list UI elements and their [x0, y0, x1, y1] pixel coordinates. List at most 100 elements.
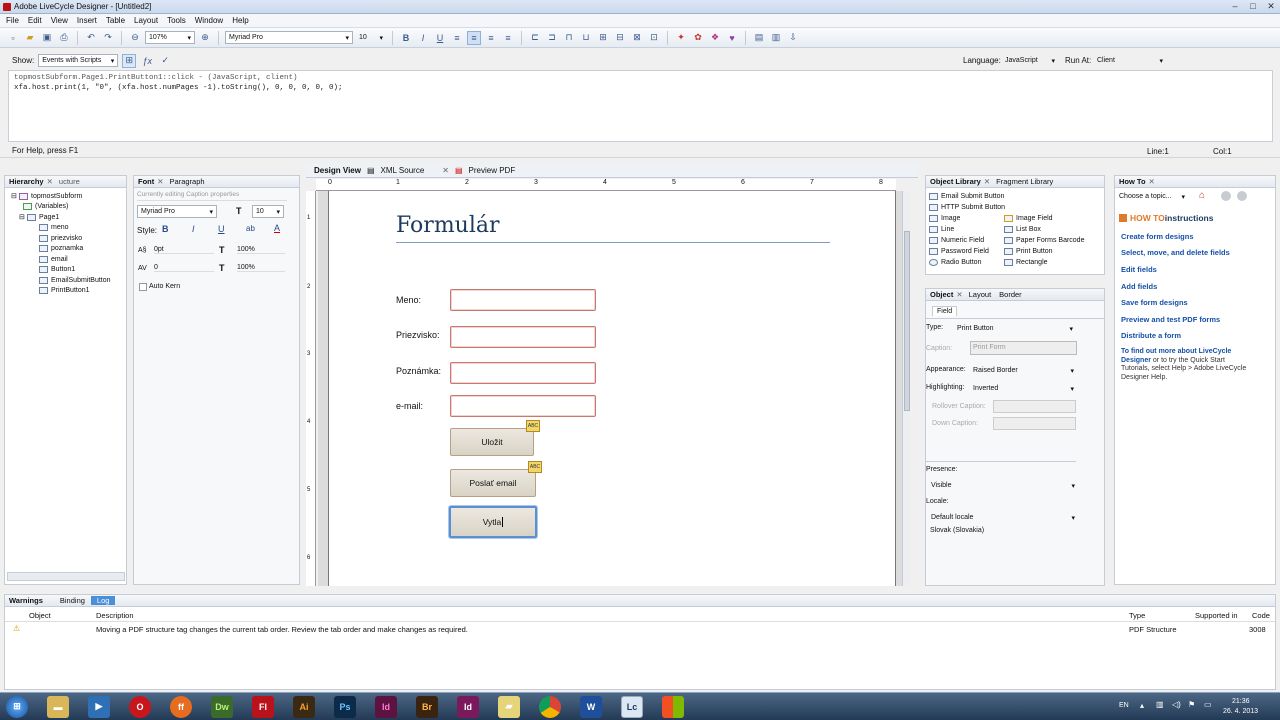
highlighting-select[interactable]: Inverted ▾	[970, 382, 1077, 395]
align-objects-right-icon[interactable]: ⊐	[545, 31, 559, 45]
library-item[interactable]: Image Field	[1004, 213, 1084, 224]
font-size-select[interactable]: 10 ▾	[356, 31, 386, 44]
close-icon[interactable]: ✕	[47, 177, 53, 186]
script-icon[interactable]: ✦	[674, 31, 688, 45]
library-item[interactable]: Email Submit Button	[929, 191, 1005, 202]
auto-kern-checkbox[interactable]	[139, 283, 147, 291]
functions-icon[interactable]: ƒx	[140, 54, 154, 68]
underline-icon[interactable]: U	[218, 224, 225, 234]
italic-icon[interactable]: I	[192, 224, 195, 234]
col-supported-in[interactable]: Supported in	[1195, 611, 1238, 620]
tree-item[interactable]: priezvisko	[11, 233, 126, 244]
underline-icon[interactable]: U	[433, 31, 447, 45]
tree-item[interactable]: PrintButton1	[11, 286, 126, 297]
tree-item[interactable]: (Variables)	[11, 202, 126, 213]
grid-icon[interactable]: ⊠	[630, 31, 644, 45]
tab-border[interactable]: Border	[999, 290, 1022, 299]
font-size-select[interactable]: 10 ▾	[252, 205, 284, 218]
library-item[interactable]: Numeric Field	[929, 235, 1005, 246]
col-description[interactable]: Description	[96, 611, 134, 620]
check-syntax-icon[interactable]: ✓	[158, 54, 172, 68]
print-button[interactable]: Vytla	[449, 506, 537, 538]
menu-window[interactable]: Window	[195, 16, 223, 25]
zoom-select[interactable]: 107% ▾	[145, 31, 195, 44]
library-item[interactable]: Radio Button	[929, 257, 1005, 268]
tab-binding[interactable]: Binding	[60, 596, 85, 605]
menu-layout[interactable]: Layout	[134, 16, 158, 25]
runat-select[interactable]: Client ▾	[1094, 54, 1166, 67]
tree-item[interactable]: email	[11, 254, 126, 265]
dreamweaver-icon[interactable]: Dw	[211, 695, 233, 718]
forward-icon[interactable]	[1237, 191, 1247, 201]
down-caption-input[interactable]	[993, 417, 1076, 430]
script-editor[interactable]: topmostSubform.Page1.PrintButton1::click…	[8, 70, 1273, 142]
howto-link[interactable]: Edit fields	[1121, 261, 1230, 278]
library-item[interactable]: Rectangle	[1004, 257, 1084, 268]
show-events-select[interactable]: Events with Scripts ▾	[38, 54, 119, 67]
tab-warnings[interactable]: Warnings	[9, 596, 43, 605]
tab-object[interactable]: Object	[930, 290, 953, 299]
scrollbar-thumb[interactable]	[904, 231, 910, 411]
bold-icon[interactable]: B	[399, 31, 413, 45]
align-left-icon[interactable]: ≡	[450, 31, 464, 45]
save-icon[interactable]: ▣	[40, 31, 54, 45]
close-icon[interactable]: ✕	[984, 177, 990, 186]
howto-link[interactable]: Add fields	[1121, 278, 1230, 295]
language-indicator[interactable]: EN	[1119, 702, 1129, 709]
firefox-icon[interactable]: ff	[170, 695, 192, 718]
close-icon[interactable]: ✕	[1149, 177, 1155, 186]
type-select[interactable]: Print Button ▾	[954, 322, 1076, 335]
undo-icon[interactable]: ↶	[84, 31, 98, 45]
zoom-out-icon[interactable]: ⊖	[128, 31, 142, 45]
monitor-icon[interactable]: ▭	[1204, 700, 1212, 709]
tree-item[interactable]: EmailSubmitButton	[11, 275, 126, 286]
hscale-input[interactable]: 100%	[237, 264, 285, 272]
tab-object-library[interactable]: Object Library	[930, 177, 981, 186]
tab-design-view[interactable]: Design View	[314, 166, 361, 175]
tree-item[interactable]: ⊟ topmostSubform	[11, 191, 126, 202]
howto-link[interactable]: Create form designs	[1121, 228, 1230, 245]
back-icon[interactable]: ▥	[769, 31, 783, 45]
language-select[interactable]: JavaScript ▾	[1002, 54, 1058, 67]
photoshop-icon[interactable]: Ps	[334, 695, 356, 718]
menu-table[interactable]: Table	[106, 16, 125, 25]
network-icon[interactable]: ▥	[1156, 700, 1164, 709]
menu-insert[interactable]: Insert	[77, 16, 97, 25]
menu-view[interactable]: View	[51, 16, 68, 25]
meno-field[interactable]	[450, 289, 596, 311]
media-player-icon[interactable]: ▶	[88, 695, 110, 718]
illustrator-icon[interactable]: Ai	[293, 695, 315, 718]
collapse-icon[interactable]: ⊟	[19, 213, 27, 221]
library-item[interactable]: Line	[929, 224, 1005, 235]
poznamka-field[interactable]	[450, 362, 596, 384]
priezvisko-field[interactable]	[450, 326, 596, 348]
office-icon[interactable]	[662, 695, 684, 718]
events-icon[interactable]: ⊞	[122, 53, 137, 68]
tab-preview-pdf[interactable]: Preview PDF	[469, 166, 516, 175]
tray-arrow-icon[interactable]: ▴	[1140, 701, 1144, 710]
font-family-select[interactable]: Myriad Pro ▾	[137, 205, 217, 218]
collapse-icon[interactable]: ⊟	[11, 192, 19, 200]
indesign-icon[interactable]: Id	[375, 695, 397, 718]
caption-input[interactable]: Print Form	[970, 341, 1077, 355]
tree-item[interactable]: meno	[11, 223, 126, 234]
library-item[interactable]: HTTP Submit Button	[929, 202, 1005, 213]
clock-time[interactable]: 21:36	[1232, 698, 1250, 705]
clock-date[interactable]: 26. 4. 2013	[1223, 708, 1258, 715]
print-icon[interactable]: ⎙	[57, 31, 71, 45]
tab-layout[interactable]: Layout	[969, 290, 992, 299]
bold-icon[interactable]: B	[162, 224, 169, 234]
menu-file[interactable]: File	[6, 16, 19, 25]
front-icon[interactable]: ▤	[752, 31, 766, 45]
chrome-icon[interactable]	[539, 695, 561, 718]
howto-link[interactable]: Select, move, and delete fields	[1121, 245, 1230, 262]
tab-how-to[interactable]: How To	[1119, 177, 1146, 186]
home-icon[interactable]: ⌂	[1199, 190, 1205, 201]
indesign-icon[interactable]: Id	[457, 695, 479, 718]
start-button[interactable]: ⊞	[6, 695, 28, 718]
accessibility-icon[interactable]: ✿	[691, 31, 705, 45]
align-center-icon[interactable]: ≡	[467, 30, 481, 45]
howto-link[interactable]: Preview and test PDF forms	[1121, 311, 1230, 328]
col-code[interactable]: Code	[1252, 611, 1270, 620]
menu-tools[interactable]: Tools	[167, 16, 186, 25]
